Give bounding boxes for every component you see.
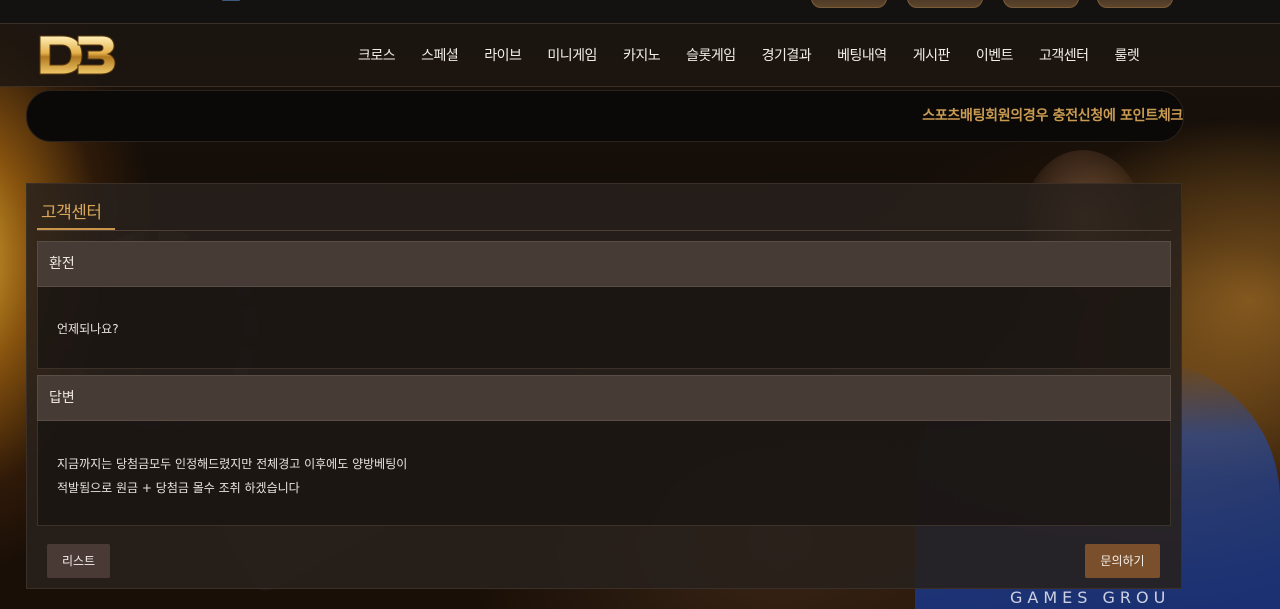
nav-item-minigame[interactable]: 미니게임 bbox=[547, 45, 597, 65]
question-label: 환전 bbox=[49, 256, 75, 272]
question-header: 환전 bbox=[37, 241, 1171, 287]
background-brand-text: GAMES GROU bbox=[1010, 588, 1171, 607]
page-title: 고객센터 bbox=[41, 203, 102, 223]
answer-header: 답변 bbox=[37, 375, 1171, 421]
nav-item-special[interactable]: 스페셜 bbox=[421, 45, 459, 65]
site-logo[interactable] bbox=[38, 32, 116, 78]
site-header: 크로스 스페셜 라이브 미니게임 카지노 슬롯게임 경기결과 베팅내역 게시판 … bbox=[0, 24, 1280, 87]
top-bar-button-2[interactable] bbox=[907, 0, 983, 8]
db-logo-icon bbox=[39, 35, 116, 75]
inquiry-button[interactable]: 문의하기 bbox=[1085, 544, 1160, 578]
top-bar-button-1[interactable] bbox=[811, 0, 887, 8]
nav-item-betting-history[interactable]: 베팅내역 bbox=[837, 45, 887, 65]
answer-body: 지금까지는 당첨금모두 인정해드렸지만 전체경고 이후에도 양방베팅이 적발됨으… bbox=[37, 421, 1171, 526]
nav-item-match-results[interactable]: 경기결과 bbox=[762, 45, 812, 65]
nav-item-board[interactable]: 게시판 bbox=[913, 45, 951, 65]
customer-center-panel: 고객센터 환전 언제되나요? 답변 지금까지는 당첨금모두 인정해드렸지만 전체… bbox=[26, 183, 1182, 589]
answer-text-line-1: 지금까지는 당첨금모두 인정해드렸지만 전체경고 이후에도 양방베팅이 bbox=[57, 457, 408, 471]
question-text: 언제되나요? bbox=[57, 322, 119, 336]
nav-item-customer-center[interactable]: 고객센터 bbox=[1039, 45, 1089, 65]
nav-item-live[interactable]: 라이브 bbox=[484, 45, 522, 65]
notice-ticker: 스포츠배팅회원의경우 충전신청에 포인트체크 bbox=[26, 90, 1184, 142]
top-bar-button-4[interactable] bbox=[1097, 0, 1173, 8]
title-divider bbox=[37, 230, 1171, 231]
nav-item-roulette[interactable]: 룰렛 bbox=[1115, 45, 1140, 65]
top-bar bbox=[0, 0, 1280, 24]
list-button[interactable]: 리스트 bbox=[47, 544, 110, 578]
main-nav: 크로스 스페셜 라이브 미니게임 카지노 슬롯게임 경기결과 베팅내역 게시판 … bbox=[358, 24, 1165, 86]
nav-item-casino[interactable]: 카지노 bbox=[623, 45, 661, 65]
question-body: 언제되나요? bbox=[37, 287, 1171, 369]
nav-item-events[interactable]: 이벤트 bbox=[976, 45, 1014, 65]
ticker-message: 스포츠배팅회원의경우 충전신청에 포인트체크 bbox=[922, 108, 1183, 124]
nav-item-cross[interactable]: 크로스 bbox=[358, 45, 396, 65]
top-bar-button-3[interactable] bbox=[1003, 0, 1079, 8]
nav-item-slot-game[interactable]: 슬롯게임 bbox=[686, 45, 736, 65]
page: GAMES GROU 크로스 스페셜 라이브 미니게임 카지노 슬롯게임 경기결… bbox=[0, 0, 1280, 609]
answer-text-line-2: 적발됨으로 원금 + 당첨금 몰수 조취 하겠습니다 bbox=[57, 481, 300, 495]
top-bar-indicator bbox=[222, 0, 240, 1]
answer-label: 답변 bbox=[49, 390, 75, 406]
